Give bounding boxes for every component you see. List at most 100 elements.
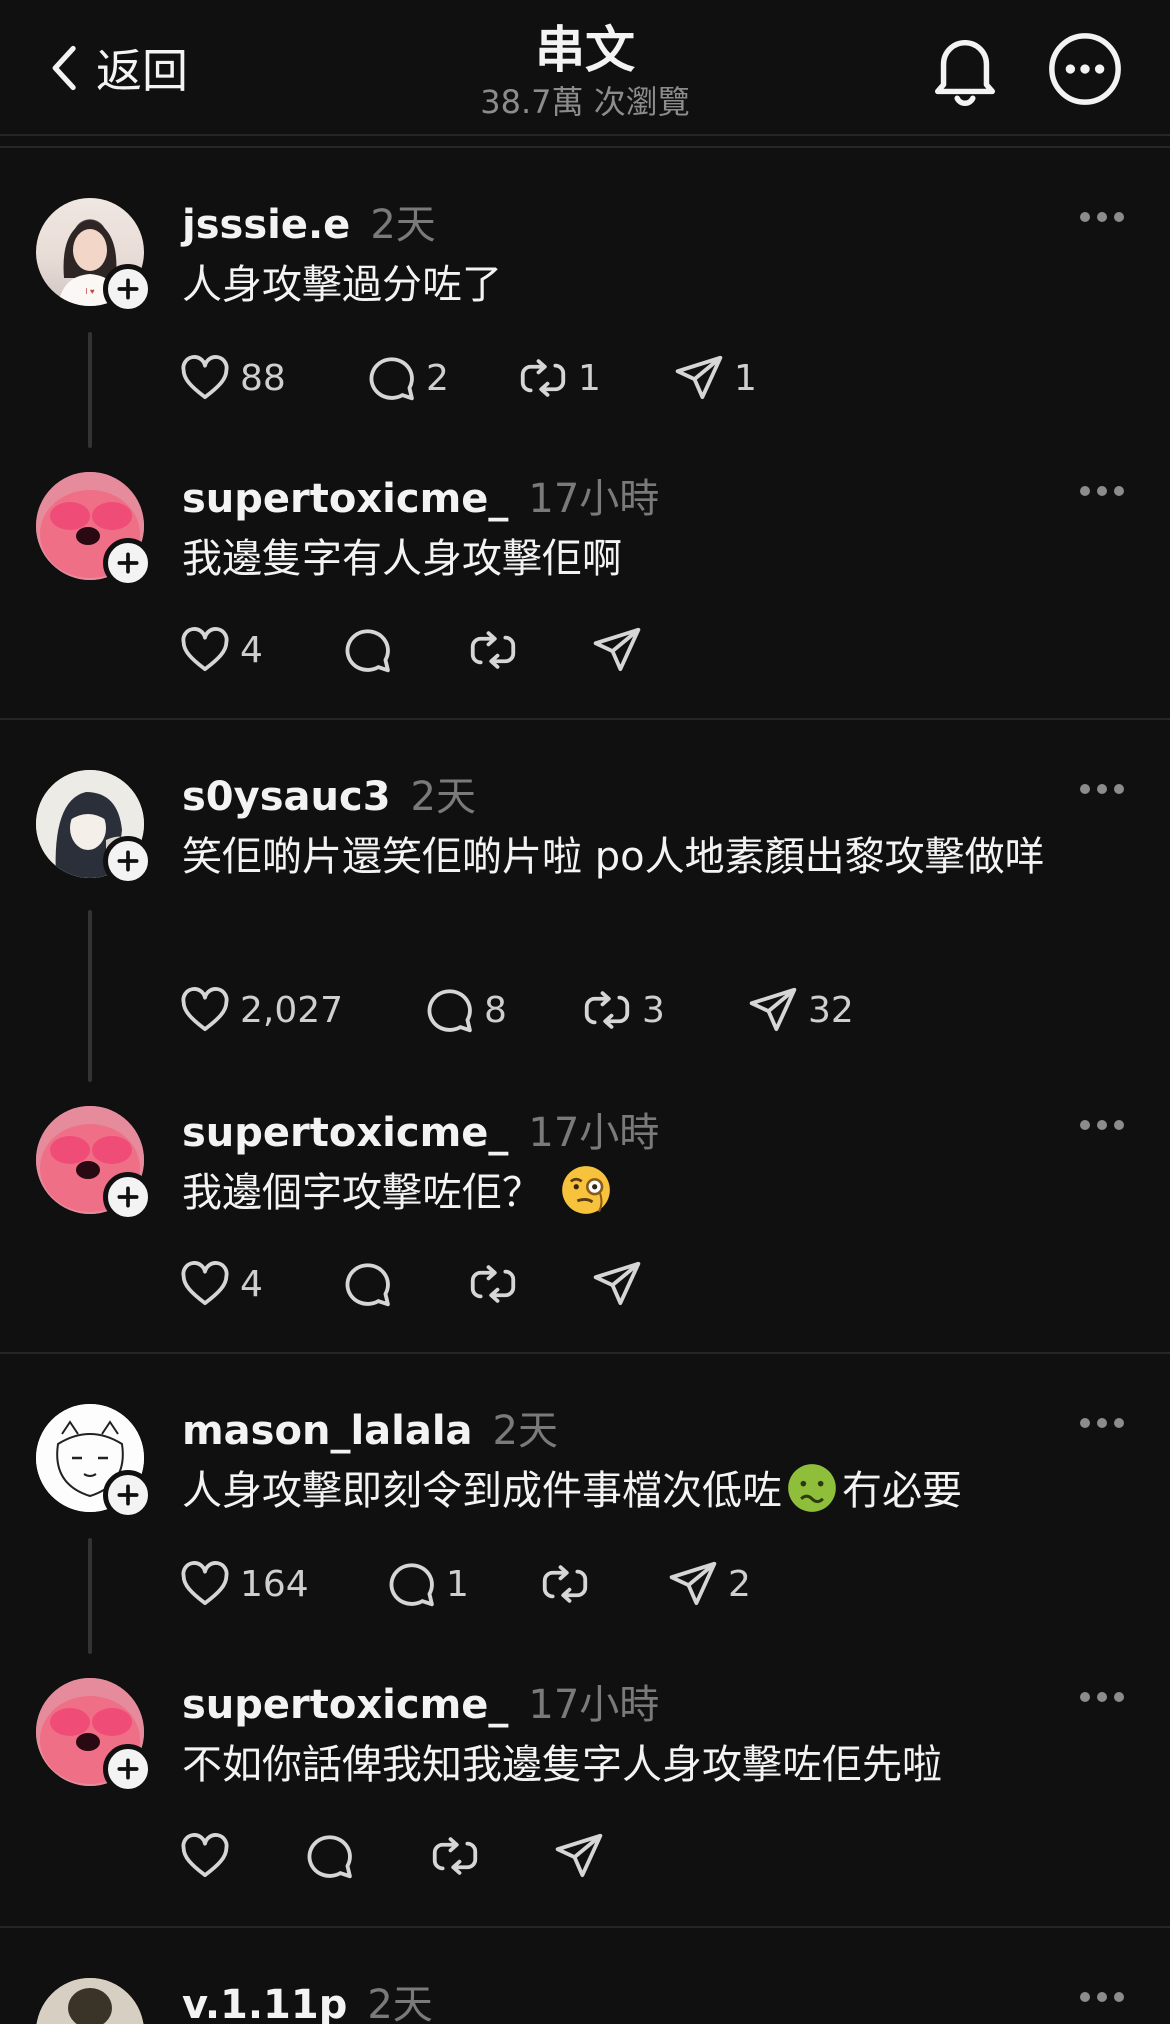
post-text: 我邊隻字有人身攻擊佢啊 [182, 536, 622, 582]
comment-button[interactable]: 8 [422, 982, 507, 1038]
repost-button[interactable] [466, 622, 520, 678]
username[interactable]: supertoxicme_ [182, 476, 508, 522]
reply-post[interactable]: supertoxicme_ 17小時 我邊隻字有人身攻擊佢啊 4 [0, 422, 1170, 720]
avatar[interactable] [36, 1978, 144, 2024]
timestamp: 17小時 [528, 476, 660, 522]
share-count: 1 [734, 357, 757, 399]
comment-bubble-icon [302, 1829, 356, 1883]
like-count: 4 [240, 1263, 263, 1305]
comment-bubble-icon [364, 351, 418, 405]
back-button[interactable]: 返回 [48, 38, 188, 98]
more-dots-icon[interactable] [1080, 484, 1124, 498]
post-text: 人身攻擊過分咗了 [182, 262, 502, 308]
follow-button[interactable] [103, 264, 153, 314]
reply-group: s0ysauc3 2天 笑佢啲片還笑佢啲片啦 po人地素顏出黎攻擊做咩 2,02… [0, 720, 1170, 1354]
timestamp: 2天 [410, 774, 476, 820]
reply-post[interactable]: s0ysauc3 2天 笑佢啲片還笑佢啲片啦 po人地素顏出黎攻擊做咩 2,02… [0, 720, 1170, 1082]
send-icon [666, 1557, 720, 1611]
share-button[interactable]: 1 [672, 350, 757, 406]
reply-post[interactable]: supertoxicme_ 17小時 我邊個字攻擊咗佢？ 4 [0, 1056, 1170, 1354]
more-dots-icon[interactable] [1080, 1990, 1124, 2004]
follow-button[interactable] [103, 538, 153, 588]
like-button[interactable] [178, 1828, 232, 1884]
post-text: 不如你話俾我知我邊隻字人身攻擊咗佢先啦 [182, 1742, 942, 1788]
heart-icon [178, 983, 232, 1037]
follow-button[interactable] [103, 1470, 153, 1520]
repost-icon [580, 983, 634, 1037]
share-button[interactable] [590, 1256, 644, 1312]
reply-post[interactable]: I ♥ jsssie.e 2天 人身攻擊過分咗了 88 2 1 1 [0, 148, 1170, 448]
like-button[interactable]: 2,027 [178, 982, 343, 1038]
comment-count: 1 [446, 1563, 469, 1605]
more-dots-icon[interactable] [1080, 782, 1124, 796]
comment-count: 2 [426, 357, 449, 399]
follow-button[interactable] [103, 1172, 153, 1222]
send-icon [590, 1257, 644, 1311]
share-button[interactable] [590, 622, 644, 678]
follow-button[interactable] [103, 836, 153, 886]
timestamp: 2天 [367, 1982, 433, 2024]
plus-icon [115, 1184, 141, 1210]
username[interactable]: jsssie.e [182, 202, 350, 248]
repost-icon [466, 1257, 520, 1311]
plus-icon [115, 848, 141, 874]
comment-button[interactable] [302, 1828, 356, 1884]
post-text-after: 冇必要 [842, 1468, 962, 1514]
like-button[interactable]: 4 [178, 1256, 263, 1312]
username[interactable]: s0ysauc3 [182, 774, 391, 820]
post-text-body: 我邊個字攻擊咗佢？ [182, 1170, 542, 1216]
share-button[interactable]: 32 [746, 982, 854, 1038]
repost-icon [516, 351, 570, 405]
reply-group: I ♥ jsssie.e 2天 人身攻擊過分咗了 88 2 1 1 supert… [0, 148, 1170, 720]
plus-icon [115, 276, 141, 302]
send-icon [590, 623, 644, 677]
repost-button[interactable] [538, 1556, 592, 1612]
repost-button[interactable]: 1 [516, 350, 601, 406]
username[interactable]: v.1.11p [182, 1982, 347, 2024]
send-icon [672, 351, 726, 405]
share-button[interactable]: 2 [666, 1556, 751, 1612]
like-button[interactable]: 164 [178, 1556, 309, 1612]
comment-button[interactable]: 1 [384, 1556, 469, 1612]
comment-bubble-icon [340, 623, 394, 677]
plus-icon [115, 550, 141, 576]
username[interactable]: mason_lalala [182, 1408, 473, 1454]
more-dots-icon[interactable] [1080, 210, 1124, 224]
heart-icon [178, 623, 232, 677]
bell-icon[interactable] [926, 30, 1004, 108]
reply-post[interactable]: supertoxicme_ 17小時 不如你話俾我知我邊隻字人身攻擊咗佢先啦 [0, 1628, 1170, 1926]
repost-button[interactable] [428, 1828, 482, 1884]
follow-button[interactable] [103, 1744, 153, 1794]
like-button[interactable]: 88 [178, 350, 286, 406]
post-text: 我邊個字攻擊咗佢？ [182, 1162, 1142, 1224]
repost-icon [428, 1829, 482, 1883]
more-dots-icon[interactable] [1080, 1416, 1124, 1430]
back-label: 返回 [96, 44, 188, 98]
reply-post[interactable]: v.1.11p 2天 [0, 1928, 1170, 2024]
comment-bubble-icon [340, 1257, 394, 1311]
like-count: 164 [240, 1563, 309, 1605]
comment-button[interactable] [340, 1256, 394, 1312]
repost-button[interactable] [466, 1256, 520, 1312]
timestamp: 2天 [370, 202, 436, 248]
face-with-monocle-icon [562, 1166, 610, 1214]
username[interactable]: supertoxicme_ [182, 1682, 508, 1728]
plus-icon [115, 1482, 141, 1508]
comment-bubble-icon [384, 1557, 438, 1611]
comment-button[interactable] [340, 622, 394, 678]
comment-bubble-icon [422, 983, 476, 1037]
repost-button[interactable]: 3 [580, 982, 665, 1038]
top-bar: 返回 串文 38.7萬 次瀏覽 [0, 0, 1170, 148]
like-count: 2,027 [240, 989, 344, 1031]
repost-icon [466, 623, 520, 677]
like-button[interactable]: 4 [178, 622, 263, 678]
username[interactable]: supertoxicme_ [182, 1110, 508, 1156]
more-dots-icon[interactable] [1080, 1118, 1124, 1132]
more-dots-icon[interactable] [1080, 1690, 1124, 1704]
share-button[interactable] [552, 1828, 606, 1884]
heart-icon [178, 351, 232, 405]
heart-icon [178, 1557, 232, 1611]
reply-post[interactable]: mason_lalala 2天 人身攻擊即刻令到成件事檔次低咗 冇必要 164 … [0, 1354, 1170, 1654]
more-options-icon[interactable] [1046, 30, 1124, 108]
comment-button[interactable]: 2 [364, 350, 449, 406]
